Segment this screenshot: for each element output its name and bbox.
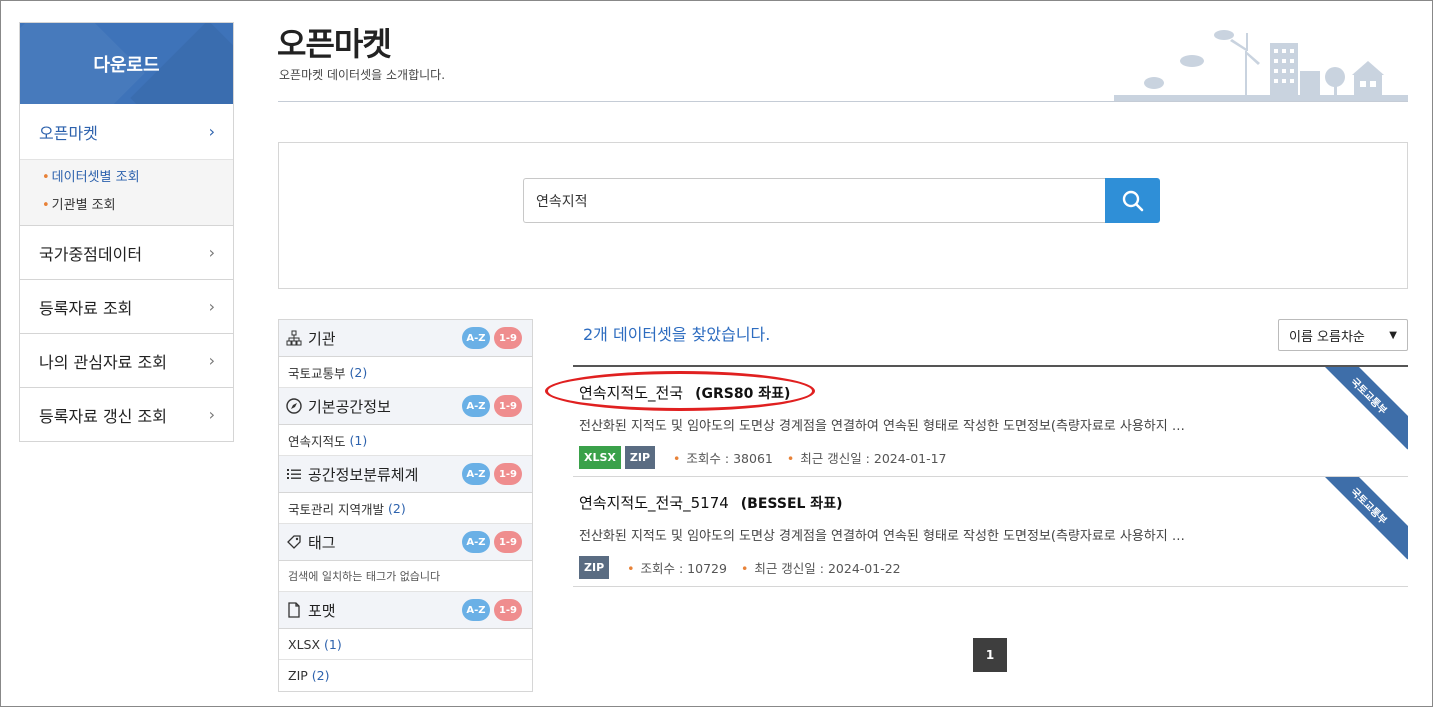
page-title: 오픈마켓 (277, 25, 392, 63)
sidebar-subitem-by-dataset[interactable]: • 데이터셋별 조회 (42, 164, 233, 192)
sidebar-item-label: 등록자료 갱신 조회 (39, 406, 167, 426)
sort-az-button[interactable]: A-Z (462, 395, 490, 417)
facet-option[interactable]: 국토관리 지역개발 (2) (279, 493, 532, 524)
sidebar-item-label: 등록자료 조회 (39, 298, 133, 318)
sort-count-button[interactable]: 1-9 (494, 463, 522, 485)
tag-icon (286, 534, 302, 550)
sidebar-item-openmarket[interactable]: 오픈마켓 › (20, 104, 233, 159)
updated-date: • 최근 갱신일 : 2024-01-17 (786, 451, 947, 466)
result-description: 전산화된 지적도 및 임야도의 도면상 경계점을 연결하여 연속된 형태로 작성… (579, 529, 1185, 544)
chevron-right-icon: › (208, 351, 215, 370)
result-item[interactable]: 연속지적도_전국_5174 (BESSEL 좌표) 전산화된 지적도 및 임야도의… (573, 477, 1408, 587)
chevron-right-icon: › (208, 243, 215, 262)
sort-count-button[interactable]: 1-9 (494, 395, 522, 417)
format-badge-xlsx: XLSX (579, 446, 621, 469)
facet-header-classification: 공간정보분류체계 A-Z 1-9 (279, 456, 532, 493)
facet-header-label: 기관 (308, 329, 336, 348)
sidebar-title-label: 다운로드 (93, 54, 160, 76)
facet-option[interactable]: ZIP (2) (279, 660, 532, 691)
chevron-right-icon: › (208, 297, 215, 316)
facet-header-label: 기본공간정보 (308, 397, 391, 416)
org-ribbon: 국토교통부 (1315, 367, 1408, 450)
sidebar-item-national-data[interactable]: 국가중점데이터 › (20, 225, 233, 279)
highlight-oval (545, 371, 815, 411)
chevron-right-icon: › (208, 122, 215, 141)
sort-count-button[interactable]: 1-9 (494, 327, 522, 349)
page-subtitle: 오픈마켓 데이터셋을 소개합니다. (279, 68, 446, 82)
sidebar-item-interest[interactable]: 나의 관심자료 조회 › (20, 333, 233, 387)
chevron-right-icon: › (208, 405, 215, 424)
facet-header-tag: 태그 A-Z 1-9 (279, 524, 532, 561)
sort-count-button[interactable]: 1-9 (494, 531, 522, 553)
facet-header-label: 태그 (308, 533, 336, 552)
facet-header-org: 기관 A-Z 1-9 (279, 320, 532, 357)
search-panel (278, 142, 1408, 289)
compass-icon (286, 398, 302, 414)
org-ribbon: 국토교통부 (1315, 477, 1408, 560)
sidebar-title: 다운로드 (20, 23, 233, 104)
facet-header-format: 포맷 A-Z 1-9 (279, 592, 532, 629)
format-badge-zip: ZIP (624, 446, 656, 469)
city-illustration-icon (1114, 30, 1408, 101)
view-count: • 조회수 : 10729 (627, 561, 727, 576)
facet-empty-message: 검색에 일치하는 태그가 없습니다 (279, 561, 532, 592)
sidebar-item-label: 오픈마켓 (39, 123, 98, 143)
sort-az-button[interactable]: A-Z (462, 463, 490, 485)
sort-count-button[interactable]: 1-9 (494, 599, 522, 621)
updated-date: • 최근 갱신일 : 2024-01-22 (740, 561, 901, 576)
file-icon (286, 602, 302, 618)
sidebar-item-registered[interactable]: 등록자료 조회 › (20, 279, 233, 333)
format-badge-zip: ZIP (579, 556, 610, 579)
sidebar-item-label: 국가중점데이터 (39, 244, 143, 264)
facet-header-label: 포맷 (308, 601, 336, 620)
facet-header-basic-spatial: 기본공간정보 A-Z 1-9 (279, 388, 532, 425)
caret-down-icon: ▼ (1389, 329, 1397, 341)
sort-az-button[interactable]: A-Z (462, 599, 490, 621)
result-meta: ZIP • 조회수 : 10729 • 최근 갱신일 : 2024-01-22 (579, 556, 901, 579)
sort-select-value: 이름 오름차순 (1289, 329, 1365, 345)
org-chart-icon (286, 330, 302, 346)
result-description: 전산화된 지적도 및 임야도의 도면상 경계점을 연결하여 연속된 형태로 작성… (579, 419, 1185, 434)
sidebar: 다운로드 오픈마켓 › • 데이터셋별 조회 • 기관별 조회 국가중점데이터 › … (19, 22, 234, 442)
facet-option[interactable]: 연속지적도 (1) (279, 425, 532, 456)
sidebar-submenu: • 데이터셋별 조회 • 기관별 조회 (20, 159, 233, 225)
search-icon (1122, 190, 1143, 211)
list-icon (286, 466, 302, 482)
result-meta: XLSX ZIP • 조회수 : 38061 • 최근 갱신일 : 2024-01-… (579, 446, 947, 469)
sidebar-item-updates[interactable]: 등록자료 갱신 조회 › (20, 387, 233, 441)
facet-option[interactable]: 국토교통부 (2) (279, 357, 532, 388)
result-title[interactable]: 연속지적도_전국_5174 (BESSEL 좌표) (579, 492, 842, 513)
sort-select[interactable]: 이름 오름차순 ▼ (1278, 319, 1408, 351)
sidebar-subitem-by-org[interactable]: • 기관별 조회 (42, 192, 233, 220)
pagination-page[interactable]: 1 (973, 638, 1007, 672)
result-count: 2개 데이터셋을 찾았습니다. (583, 325, 771, 344)
search-input[interactable] (523, 178, 1105, 223)
sort-az-button[interactable]: A-Z (462, 531, 490, 553)
facet-header-label: 공간정보분류체계 (308, 465, 419, 484)
search-button[interactable] (1105, 178, 1160, 223)
view-count: • 조회수 : 38061 (673, 451, 773, 466)
facet-option[interactable]: XLSX (1) (279, 629, 532, 660)
sidebar-item-label: 나의 관심자료 조회 (39, 352, 167, 372)
facet-panel: 기관 A-Z 1-9 국토교통부 (2) 기본공간정보 A-Z 1-9 연속지적도… (278, 319, 533, 692)
sort-az-button[interactable]: A-Z (462, 327, 490, 349)
